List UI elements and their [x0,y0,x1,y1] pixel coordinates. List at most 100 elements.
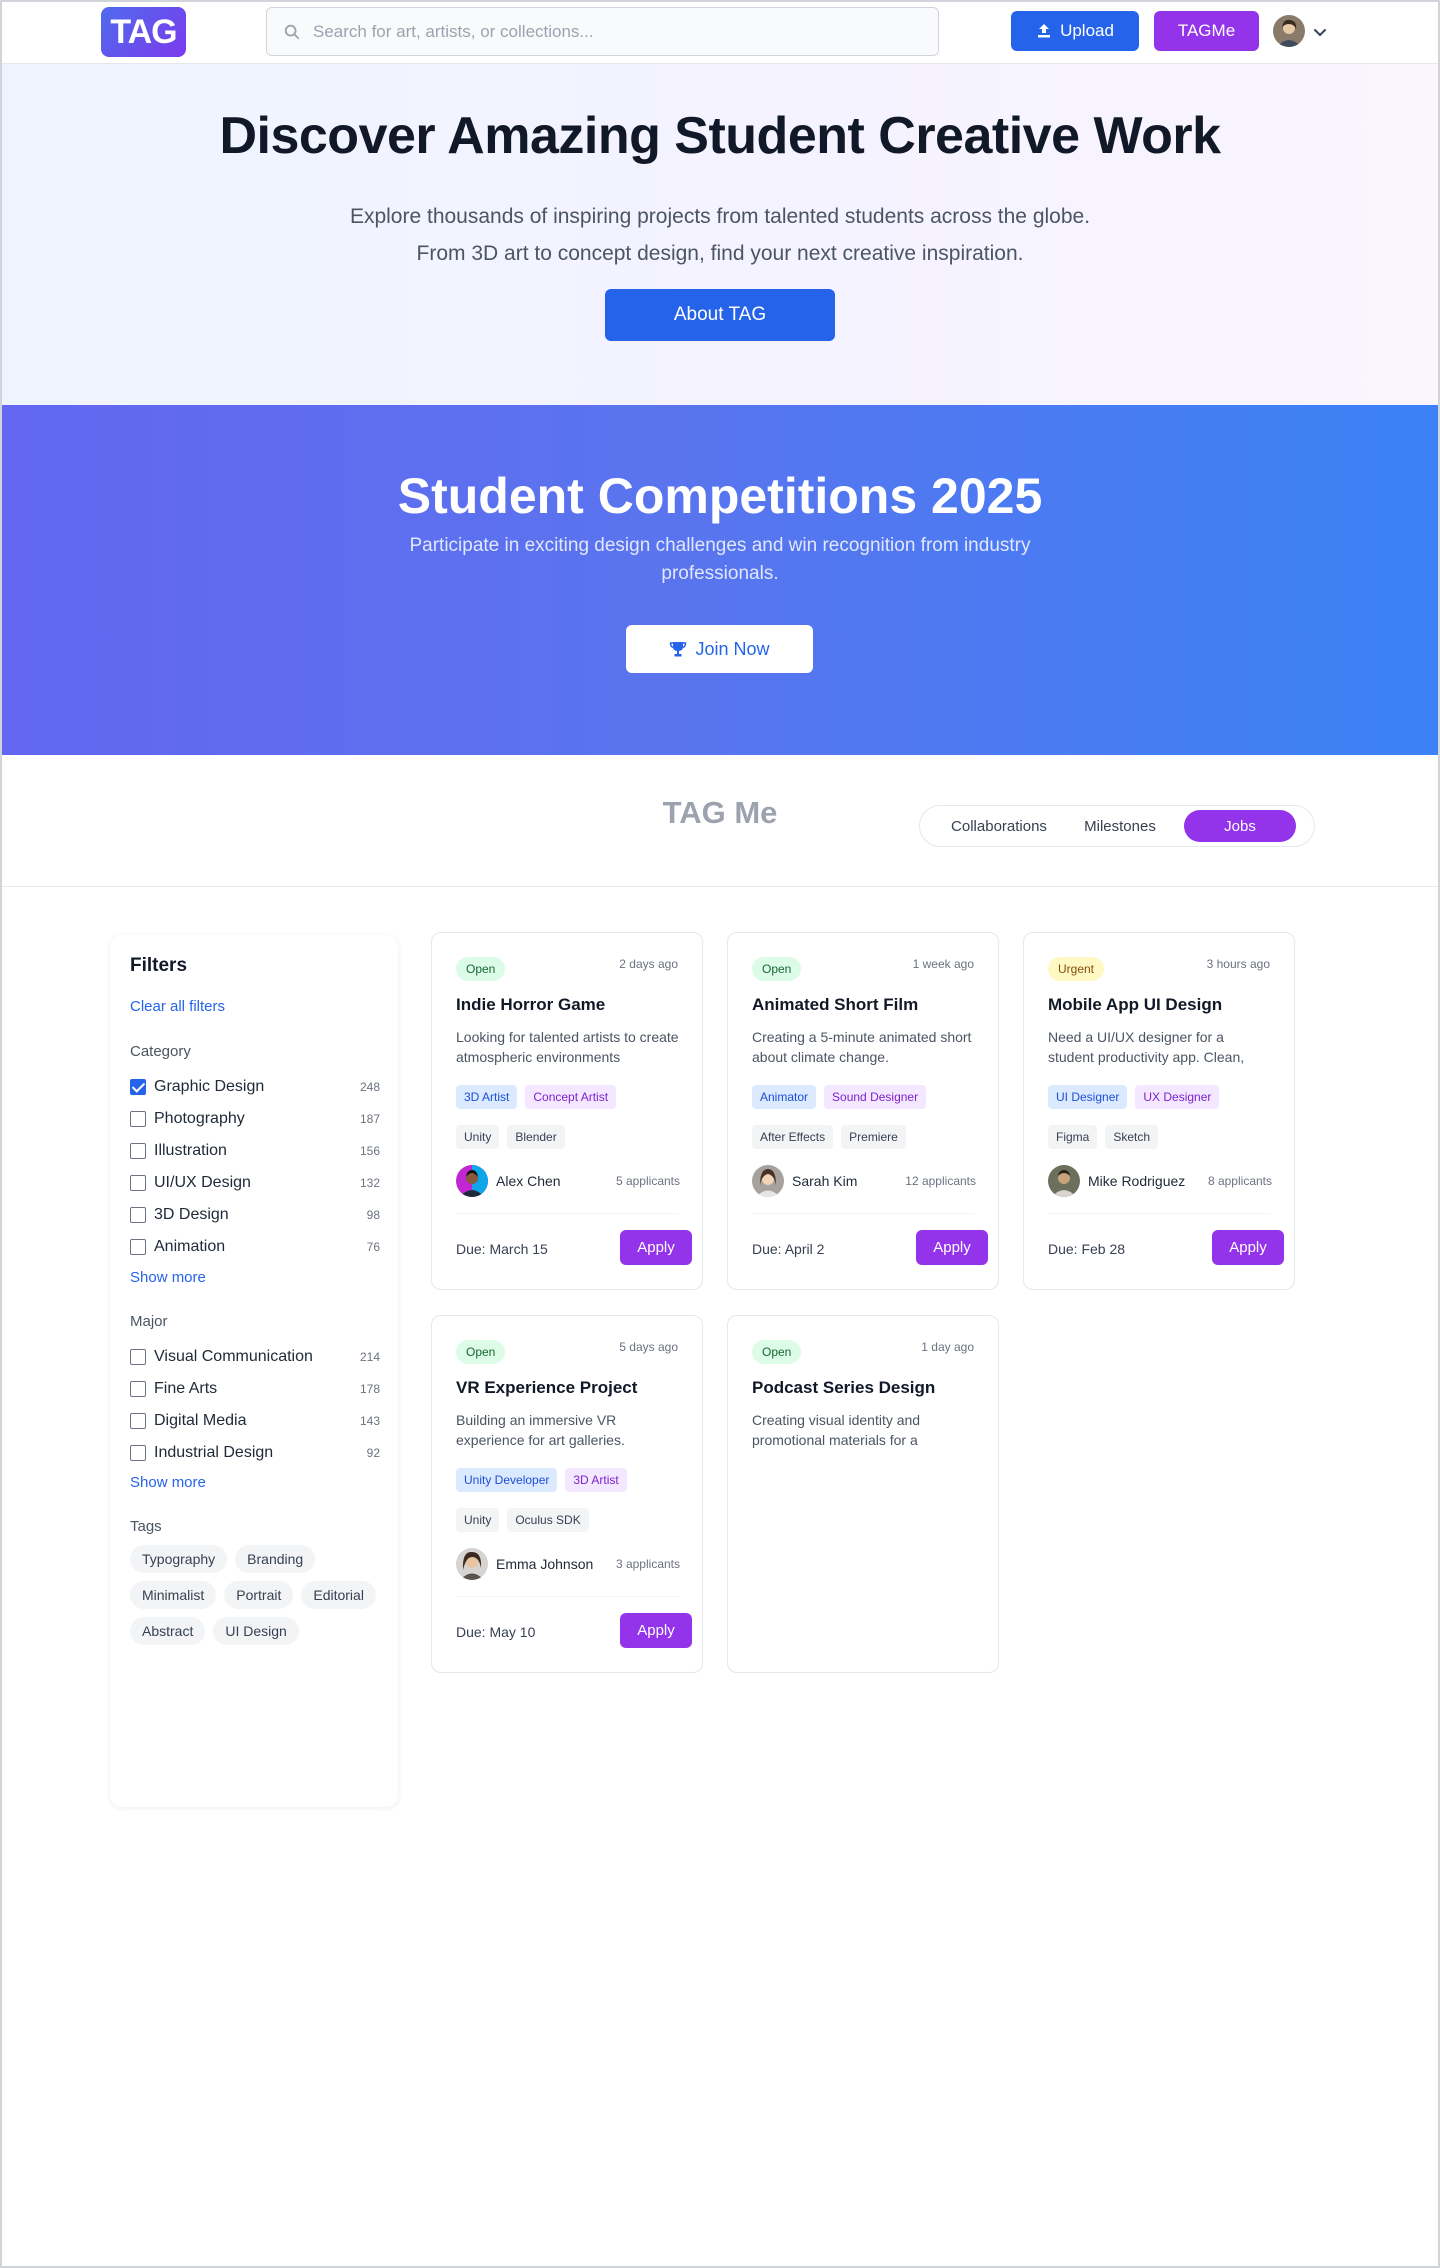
filter-count: 92 [366,1446,380,1460]
tag-chip-editorial[interactable]: Editorial [301,1581,376,1609]
due-date: Due: Feb 28 [1048,1241,1126,1257]
avatar[interactable] [752,1165,784,1197]
role-tags: UI Designer UX Designer [1048,1085,1220,1109]
role-tag: 3D Artist [456,1085,518,1109]
filter-category-graphic-design[interactable]: Graphic Design 248 [130,1076,380,1098]
checkbox[interactable] [130,1239,146,1255]
tag-chip-abstract[interactable]: Abstract [130,1617,206,1645]
join-now-label: Join Now [695,638,770,659]
tool-tags: Figma Sketch [1048,1125,1159,1149]
filters-panel: Filters Clear all filters Category Graph… [110,935,398,1807]
tag-chip-portrait[interactable]: Portrait [224,1581,294,1609]
tags-heading: Tags [130,1518,162,1535]
search-bar[interactable] [266,7,939,56]
chevron-down-icon[interactable] [1312,24,1328,40]
apply-button[interactable]: Apply [1212,1230,1284,1265]
filter-major-visual-communication[interactable]: Visual Communication 214 [130,1346,380,1368]
checkbox[interactable] [130,1175,146,1191]
top-navbar: TAG Upload TAGMe [0,0,1440,64]
job-description: Creating a 5-minute animated short about… [752,1029,972,1065]
hero-title: Discover Amazing Student Creative Work [219,107,1221,165]
upload-button[interactable]: Upload [1011,11,1139,51]
job-card[interactable]: Open 1 day ago Podcast Series Design Cre… [727,1315,999,1673]
job-card[interactable]: Urgent 3 hours ago Mobile App UI Design … [1023,932,1295,1290]
user-avatar[interactable] [1273,15,1305,47]
tag-chip-minimalist[interactable]: Minimalist [130,1581,217,1609]
role-tag: 3D Artist [565,1468,627,1492]
filter-major-fine-arts[interactable]: Fine Arts 178 [130,1378,380,1400]
major-show-more-link[interactable]: Show more [130,1474,206,1491]
job-card[interactable]: Open 2 days ago Indie Horror Game Lookin… [431,932,703,1290]
tab-milestones[interactable]: Milestones [1064,810,1176,842]
upload-icon [1038,24,1051,38]
apply-button[interactable]: Apply [620,1613,692,1648]
tool-tags: Unity Oculus SDK [456,1508,589,1532]
tool-tag: Unity [456,1125,500,1149]
job-title[interactable]: Mobile App UI Design [1048,995,1222,1015]
tab-collaborations[interactable]: Collaborations [934,810,1064,842]
filter-category-3d-design[interactable]: 3D Design 98 [130,1204,380,1226]
due-date: Due: May 10 [456,1624,536,1640]
job-title[interactable]: Indie Horror Game [456,995,605,1015]
card-divider [1048,1213,1270,1214]
checkbox[interactable] [130,1381,146,1397]
filter-category-uiux-design[interactable]: UI/UX Design 132 [130,1172,380,1194]
trophy-icon [670,642,687,657]
status-badge: Open [456,1340,506,1364]
filter-category-animation[interactable]: Animation 76 [130,1236,380,1258]
hero-subtitle-line2: From 3D art to concept design, find your… [416,242,1024,265]
filter-label: Graphic Design [154,1078,265,1095]
checkbox[interactable] [130,1445,146,1461]
avatar[interactable] [1048,1165,1080,1197]
due-date: Due: March 15 [456,1241,548,1257]
tag-chip-ui-design[interactable]: UI Design [213,1617,299,1645]
clear-filters-link[interactable]: Clear all filters [130,998,225,1015]
filter-category-photography[interactable]: Photography 187 [130,1108,380,1130]
category-heading: Category [130,1043,191,1060]
tagme-button[interactable]: TAGMe [1154,11,1259,51]
job-card[interactable]: Open 5 days ago VR Experience Project Bu… [431,1315,703,1673]
poster-name[interactable]: Emma Johnson [496,1556,616,1572]
job-title[interactable]: VR Experience Project [456,1378,637,1398]
filter-label: Digital Media [154,1412,247,1429]
apply-button[interactable]: Apply [620,1230,692,1265]
checkbox[interactable] [130,1111,146,1127]
tag-chip-branding[interactable]: Branding [235,1545,316,1573]
category-show-more-link[interactable]: Show more [130,1269,206,1286]
search-input[interactable] [313,21,913,42]
checkbox[interactable] [130,1079,146,1095]
job-title[interactable]: Podcast Series Design [752,1378,935,1398]
checkbox[interactable] [130,1413,146,1429]
filter-count: 178 [359,1382,380,1396]
job-title[interactable]: Animated Short Film [752,995,918,1015]
tool-tag: Premiere [841,1125,906,1149]
job-description: Creating visual identity and promotional… [752,1412,921,1448]
poster-name[interactable]: Alex Chen [496,1173,616,1189]
tag-chip-typography[interactable]: Typography [130,1545,228,1573]
tab-jobs[interactable]: Jobs [1184,810,1296,842]
filter-category-illustration[interactable]: Illustration 156 [130,1140,380,1162]
checkbox[interactable] [130,1143,146,1159]
tag-logo[interactable]: TAG [101,7,186,57]
checkbox[interactable] [130,1349,146,1365]
hero-subtitle-line1: Explore thousands of inspiring projects … [349,205,1091,228]
join-now-button[interactable]: Join Now [626,625,813,673]
tool-tag: Unity [456,1508,500,1532]
avatar[interactable] [456,1548,488,1580]
applicant-count: 12 applicants [905,1174,976,1188]
poster-name[interactable]: Mike Rodriguez [1088,1173,1208,1189]
avatar[interactable] [456,1165,488,1197]
apply-button[interactable]: Apply [916,1230,988,1265]
filter-major-industrial-design[interactable]: Industrial Design 92 [130,1442,380,1464]
filter-major-digital-media[interactable]: Digital Media 143 [130,1410,380,1432]
filter-label: Photography [154,1110,245,1127]
job-card[interactable]: Open 1 week ago Animated Short Film Crea… [727,932,999,1290]
status-badge: Open [752,957,802,981]
tool-tag: Blender [507,1125,565,1149]
poster-name[interactable]: Sarah Kim [792,1173,905,1189]
filter-count: 76 [366,1240,380,1254]
about-tag-button[interactable]: About TAG [605,289,835,341]
checkbox[interactable] [130,1207,146,1223]
posted-time: 1 week ago [912,957,974,971]
role-tag: UX Designer [1135,1085,1220,1109]
